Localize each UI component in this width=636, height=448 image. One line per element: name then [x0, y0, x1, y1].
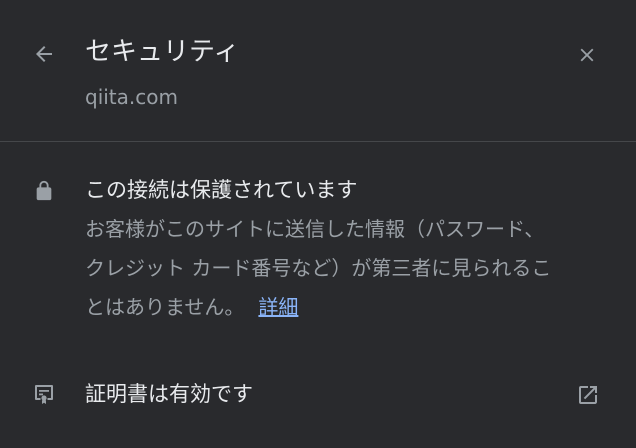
description-line: お客様がこのサイトに送信した情報（パスワード、	[85, 217, 545, 241]
back-arrow-icon	[36, 46, 52, 62]
connection-status-title: この接続は保護されています	[85, 178, 358, 202]
description-line: クレジット カード番号など）が第三者に見られるこ	[85, 256, 552, 280]
certificate-row[interactable]: 証明書は有効です	[0, 366, 636, 426]
close-icon	[580, 48, 594, 62]
back-button[interactable]	[28, 38, 60, 70]
lock-icon	[36, 180, 52, 201]
description-text: とはありません。	[85, 295, 245, 319]
open-external-icon[interactable]	[576, 383, 600, 407]
details-link[interactable]: 詳細	[258, 295, 298, 319]
security-panel: セキュリティ qiita.com この接続は保護されています お客様がこのサイト…	[0, 0, 636, 448]
description-line-last: とはありません。 詳細	[85, 288, 605, 327]
certificate-icon	[35, 385, 53, 404]
site-domain: qiita.com	[85, 85, 178, 109]
panel-header: セキュリティ qiita.com	[0, 0, 636, 141]
certificate-label: 証明書は有効です	[85, 382, 253, 406]
close-button[interactable]	[571, 39, 603, 71]
divider	[0, 141, 636, 142]
connection-description: お客様がこのサイトに送信した情報（パスワード、 クレジット カード番号など）が第…	[85, 210, 605, 327]
page-title: セキュリティ	[85, 37, 240, 67]
